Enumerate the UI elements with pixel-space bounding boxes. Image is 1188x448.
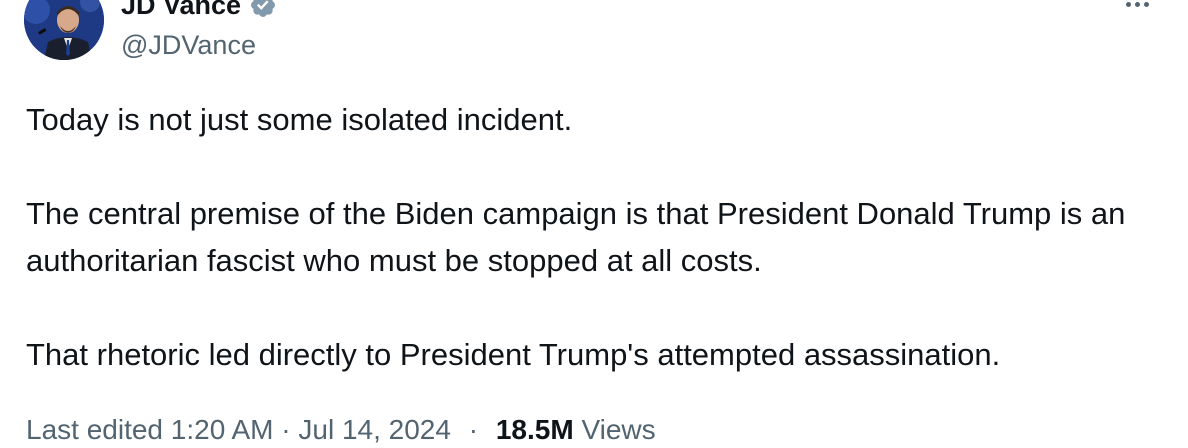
author-display-name[interactable]: JD Vance (121, 0, 241, 22)
verified-badge-icon (249, 0, 277, 19)
tweet: JD Vance @JDVance Today is not just some… (0, 0, 1188, 445)
author-name-row: JD Vance (121, 0, 277, 22)
avatar-image (24, 0, 104, 60)
more-dot (1134, 1, 1140, 7)
tweet-meta: Last edited 1:20 AM · Jul 14, 2024 · 18.… (26, 412, 656, 448)
more-dot (1143, 1, 1149, 7)
avatar[interactable] (24, 0, 104, 60)
more-dot (1125, 1, 1131, 7)
tweet-paragraph: That rhetoric led directly to President … (26, 337, 1001, 372)
tweet-paragraph: Today is not just some isolated incident… (26, 102, 573, 137)
more-options-icon[interactable] (1120, 0, 1154, 16)
tweet-text: Today is not just some isolated incident… (26, 96, 1156, 378)
author-handle[interactable]: @JDVance (121, 28, 256, 62)
tweet-paragraph: The central premise of the Biden campaig… (26, 196, 1126, 278)
